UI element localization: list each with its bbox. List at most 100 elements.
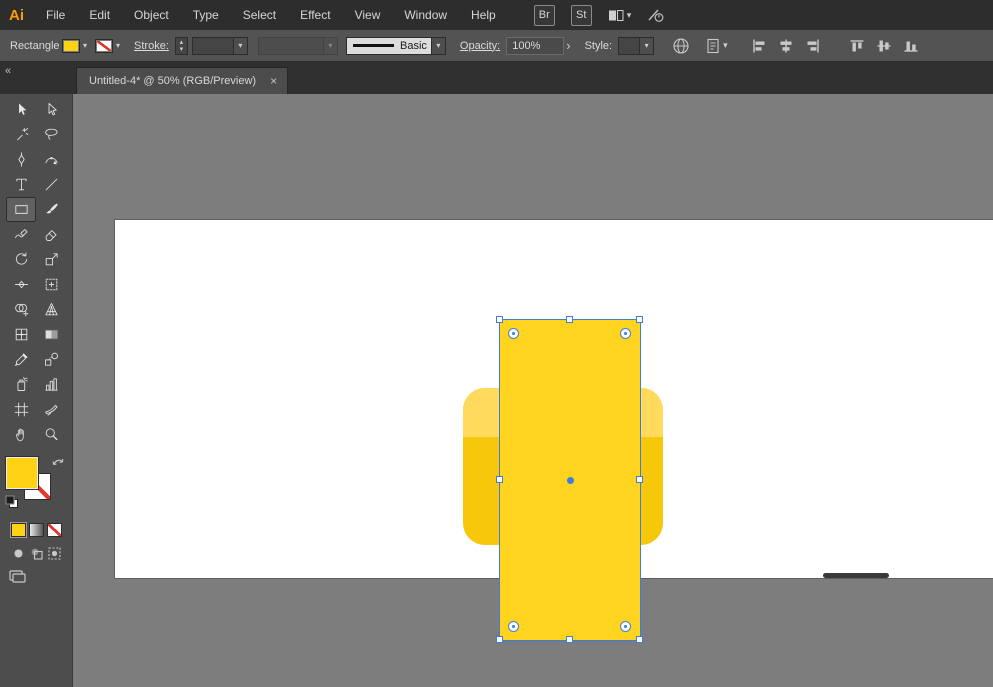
illustrator-logo: Ai <box>0 7 34 24</box>
stock-button[interactable]: St <box>571 5 592 26</box>
zoom-tool[interactable] <box>36 422 66 447</box>
fill-swatch[interactable] <box>62 39 80 53</box>
align-top-icon[interactable] <box>848 37 866 55</box>
fill-color-swatch[interactable] <box>6 457 38 489</box>
stroke-color-control[interactable]: ▾ <box>95 39 120 53</box>
mesh-tool[interactable] <box>6 322 36 347</box>
selection-handle-top-center[interactable] <box>566 316 573 323</box>
opacity-menu-arrow-icon[interactable]: › <box>566 38 570 53</box>
screen-mode-button[interactable] <box>9 570 72 588</box>
opacity-panel-link[interactable]: Opacity: <box>460 40 500 52</box>
rectangle-tool[interactable] <box>6 197 36 222</box>
perspective-grid-tool[interactable] <box>36 297 66 322</box>
corner-widget-bottom-left[interactable] <box>508 621 519 632</box>
stepper-up-icon[interactable]: ▴ <box>180 39 184 46</box>
slice-tool[interactable] <box>36 397 66 422</box>
eyedropper-tool[interactable] <box>6 347 36 372</box>
free-transform-tool[interactable] <box>36 272 66 297</box>
shape-builder-tool[interactable] <box>6 297 36 322</box>
arrange-documents-button[interactable]: ▾ <box>608 9 632 22</box>
stroke-none-swatch[interactable] <box>95 39 113 53</box>
rotate-tool[interactable] <box>6 247 36 272</box>
artboard-tool[interactable] <box>6 397 36 422</box>
menu-help[interactable]: Help <box>459 0 508 30</box>
document-info-button[interactable] <box>672 37 690 55</box>
pen-tool[interactable] <box>6 147 36 172</box>
draw-normal-icon[interactable] <box>12 547 25 560</box>
style-combo[interactable]: ▾ <box>618 37 654 55</box>
selection-handle-bottom-right[interactable] <box>636 636 643 643</box>
corner-widget-top-left[interactable] <box>508 328 519 339</box>
default-fill-stroke-icon[interactable] <box>5 495 19 509</box>
chevron-down-icon[interactable]: ▾ <box>83 41 87 50</box>
draw-behind-icon[interactable] <box>30 547 43 560</box>
paintbrush-tool[interactable] <box>36 197 66 222</box>
gradient-button[interactable] <box>29 523 44 537</box>
corner-widget-bottom-right[interactable] <box>620 621 631 632</box>
blend-tool[interactable] <box>36 347 66 372</box>
align-vertical-center-icon[interactable] <box>875 37 893 55</box>
corner-widget-top-right[interactable] <box>620 328 631 339</box>
stroke-weight-stepper[interactable]: ▴▾ <box>175 37 188 55</box>
stepper-down-icon[interactable]: ▾ <box>180 46 184 53</box>
menu-file[interactable]: File <box>34 0 77 30</box>
align-center-icon[interactable] <box>777 37 795 55</box>
tab-close-icon[interactable]: × <box>270 74 277 88</box>
selection-center-point[interactable] <box>567 477 574 484</box>
line-segment-tool[interactable] <box>36 172 66 197</box>
stroke-weight-combo[interactable]: ▾ <box>192 37 248 55</box>
selection-handle-top-left[interactable] <box>496 316 503 323</box>
width-tool[interactable] <box>6 272 36 297</box>
scale-tool[interactable] <box>36 247 66 272</box>
direct-selection-tool[interactable] <box>36 97 66 122</box>
document-icon <box>706 38 720 54</box>
chevron-down-icon[interactable]: ▾ <box>116 41 120 50</box>
selection-handle-middle-right[interactable] <box>636 476 643 483</box>
document-tab[interactable]: Untitled-4* @ 50% (RGB/Preview) × <box>76 67 288 94</box>
fill-color-control[interactable]: ▾ <box>62 39 87 53</box>
chevron-down-icon[interactable]: ▾ <box>431 38 445 54</box>
shape-builder-icon <box>13 301 30 318</box>
selection-tool[interactable] <box>6 97 36 122</box>
toolbar-collapse-icon[interactable]: « <box>5 65 11 77</box>
menu-window[interactable]: Window <box>392 0 459 30</box>
menu-edit[interactable]: Edit <box>77 0 122 30</box>
gradient-tool[interactable] <box>36 322 66 347</box>
shaper-tool[interactable] <box>6 222 36 247</box>
swap-fill-stroke-icon[interactable] <box>51 456 65 467</box>
menu-view[interactable]: View <box>343 0 393 30</box>
lasso-tool[interactable] <box>36 122 66 147</box>
none-button[interactable] <box>47 523 62 537</box>
brush-definition-combo[interactable]: Basic ▾ <box>346 37 446 55</box>
color-button[interactable] <box>11 523 26 537</box>
column-graph-tool[interactable] <box>36 372 66 397</box>
menu-object[interactable]: Object <box>122 0 181 30</box>
eraser-icon <box>43 226 60 243</box>
type-tool[interactable] <box>6 172 36 197</box>
menu-effect[interactable]: Effect <box>288 0 342 30</box>
stray-line-object[interactable] <box>823 573 889 578</box>
selection-handle-bottom-left[interactable] <box>496 636 503 643</box>
selection-handle-middle-left[interactable] <box>496 476 503 483</box>
eraser-tool[interactable] <box>36 222 66 247</box>
gpu-performance-button[interactable] <box>647 7 664 23</box>
symbol-sprayer-tool[interactable] <box>6 372 36 397</box>
hand-tool[interactable] <box>6 422 36 447</box>
opacity-combo[interactable]: 100% <box>506 37 564 55</box>
menu-type[interactable]: Type <box>181 0 231 30</box>
align-bottom-icon[interactable] <box>902 37 920 55</box>
document-setup-button[interactable]: ▾ <box>706 38 728 54</box>
menu-select[interactable]: Select <box>231 0 288 30</box>
chevron-down-icon[interactable]: ▾ <box>723 40 728 51</box>
selection-handle-bottom-center[interactable] <box>566 636 573 643</box>
selection-handle-top-right[interactable] <box>636 316 643 323</box>
bridge-button[interactable]: Br <box>534 5 555 26</box>
align-left-icon[interactable] <box>750 37 768 55</box>
chevron-down-icon[interactable]: ▾ <box>639 38 653 54</box>
draw-inside-icon[interactable] <box>48 547 61 560</box>
stroke-panel-link[interactable]: Stroke: <box>134 40 169 52</box>
align-right-icon[interactable] <box>804 37 822 55</box>
chevron-down-icon[interactable]: ▾ <box>233 38 247 54</box>
curvature-tool[interactable] <box>36 147 66 172</box>
magic-wand-tool[interactable] <box>6 122 36 147</box>
